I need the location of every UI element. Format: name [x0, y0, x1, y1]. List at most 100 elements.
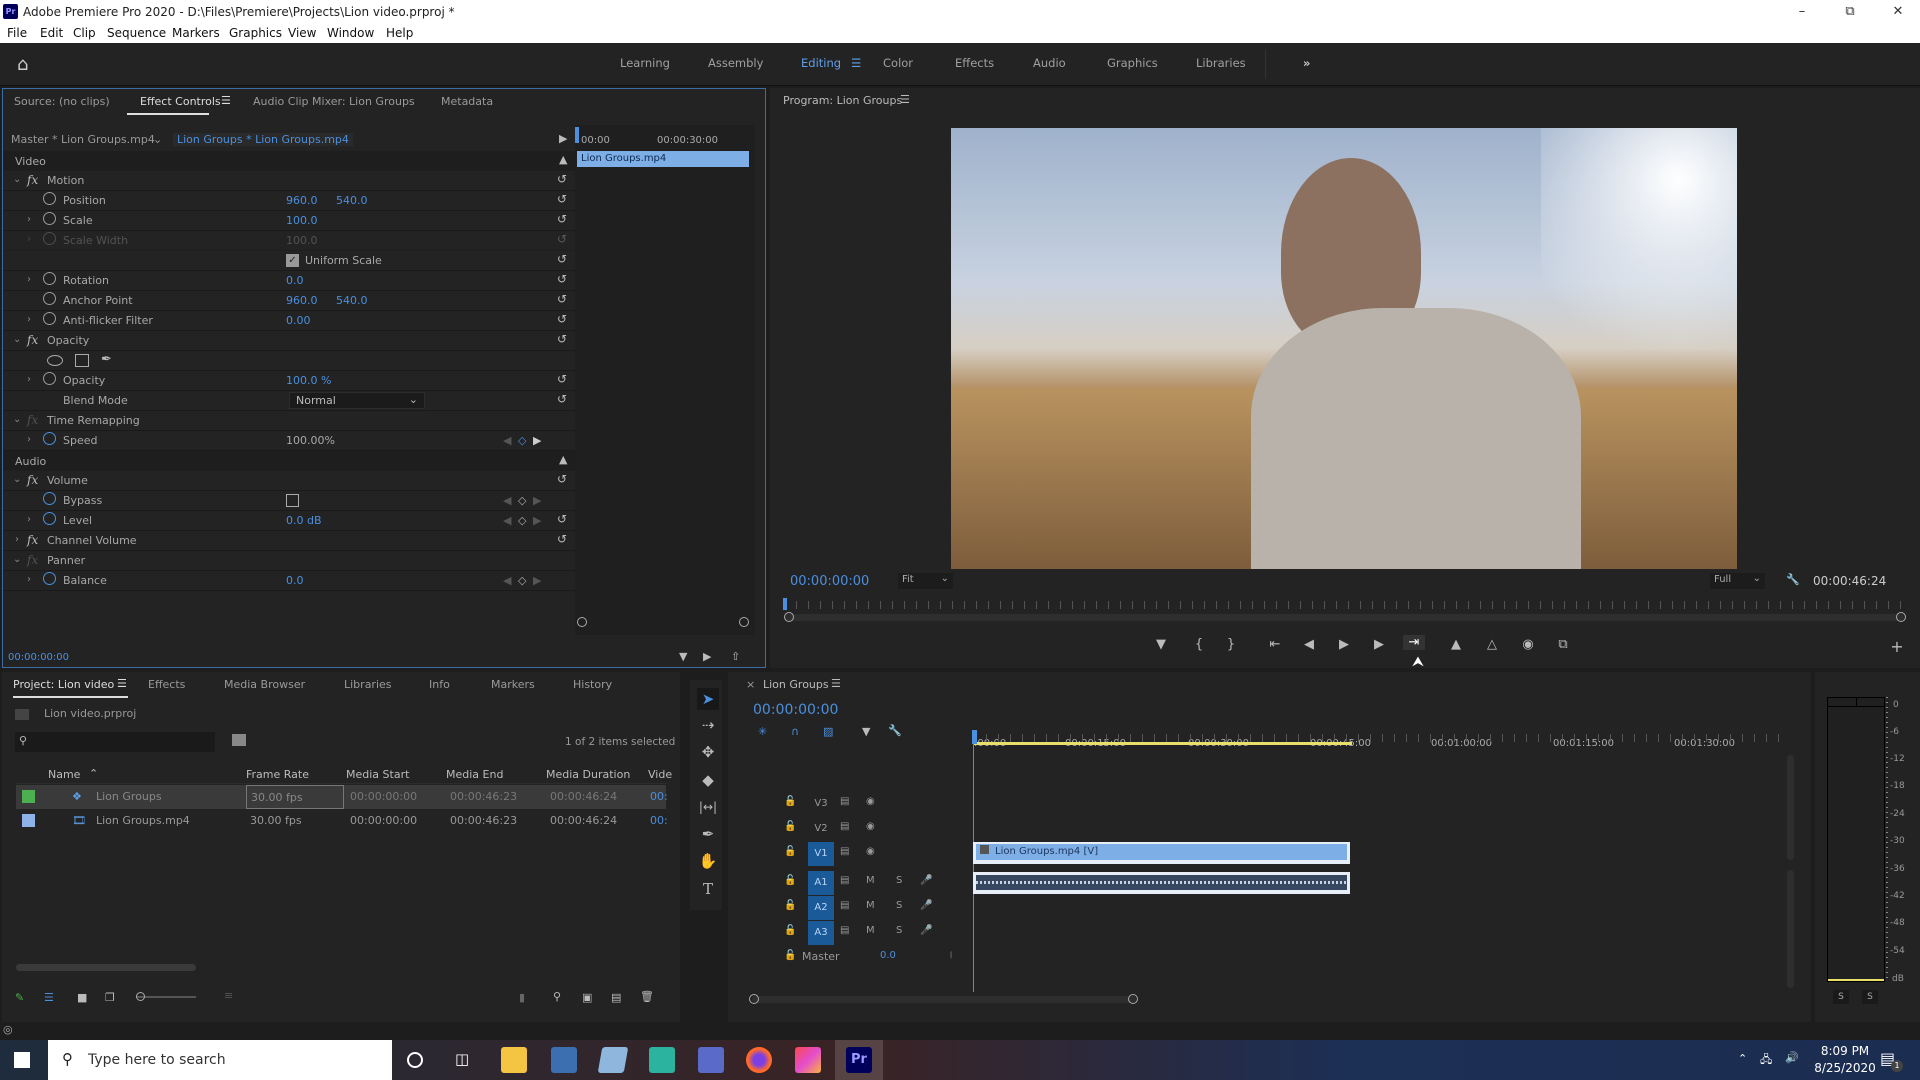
tab-project[interactable]: Project: Lion video [13, 678, 114, 691]
program-zoom-scrollbar[interactable] [784, 614, 1904, 621]
reset-icon[interactable]: ↺ [557, 512, 567, 526]
stopwatch-icon[interactable] [43, 192, 56, 205]
add-keyframe-icon[interactable]: ◇ [518, 494, 526, 507]
menu-window[interactable]: Window [327, 26, 374, 40]
mark-out-button[interactable]: } [1220, 637, 1242, 652]
solo-button[interactable]: S [896, 875, 902, 886]
list-view-icon[interactable]: ☰ [44, 991, 54, 1004]
sequence-tab[interactable]: Lion Groups [763, 678, 829, 691]
disclosure-closed-icon[interactable]: › [27, 514, 31, 525]
button-editor-plus-icon[interactable]: + [1886, 637, 1908, 656]
level-value[interactable]: 0.0 dB [286, 514, 322, 527]
firefox-icon[interactable] [746, 1047, 772, 1073]
sync-lock-icon[interactable]: ▤ [840, 796, 849, 807]
fx-icon[interactable]: fx [27, 333, 38, 347]
show-timeline-icon[interactable]: ▶ [559, 132, 567, 145]
resolution-dropdown[interactable]: Full ⌄ [1710, 573, 1765, 589]
play-audio-icon[interactable]: ▶ [703, 650, 711, 663]
scroll-end-handle[interactable] [1128, 994, 1138, 1004]
reset-icon[interactable]: ↺ [557, 252, 567, 266]
play-button[interactable]: ▶ [1333, 637, 1355, 652]
minimize-button[interactable]: – [1782, 2, 1822, 22]
video-clip[interactable]: Lion Groups.mp4 [V] [973, 842, 1350, 864]
microphone-icon[interactable]: 🎤 [920, 925, 932, 936]
disclosure-open-icon[interactable]: ⌄ [13, 554, 21, 565]
audio-tracks-scrollbar[interactable] [1787, 870, 1794, 988]
clip-dropdown-icon[interactable]: ⌄ [153, 133, 162, 146]
workspace-libraries[interactable]: Libraries [1196, 56, 1246, 70]
video-frame[interactable] [951, 128, 1737, 569]
clock-date[interactable]: 8/25/2020 [1812, 1061, 1878, 1075]
microphone-icon[interactable]: 🎤 [920, 875, 932, 886]
disclosure-open-icon[interactable]: ⌄ [13, 174, 21, 185]
automate-to-sequence-icon[interactable]: ▮ [519, 991, 525, 1004]
work-area-bar[interactable] [974, 742, 1352, 745]
freeform-view-icon[interactable]: ❐ [105, 991, 115, 1004]
windows-start-icon[interactable] [14, 1052, 30, 1068]
reset-icon[interactable]: ↺ [557, 332, 567, 346]
antiflicker-value[interactable]: 0.00 [286, 314, 311, 327]
timeline-timecode[interactable]: 00:00:00:00 [753, 702, 838, 718]
microphone-icon[interactable]: 🎤 [920, 900, 932, 911]
compare-view-button[interactable]: ⧉ [1552, 637, 1574, 652]
solo-right-button[interactable]: S [1862, 990, 1878, 1004]
eye-icon[interactable]: ◉ [866, 846, 875, 857]
workspace-effects[interactable]: Effects [955, 56, 994, 70]
mute-button[interactable]: M [866, 925, 875, 936]
icon-view-icon[interactable]: ■ [77, 991, 87, 1004]
menu-help[interactable]: Help [386, 26, 413, 40]
hand-tool-icon[interactable]: ✋ [697, 850, 719, 872]
column-media-end[interactable]: Media End [446, 768, 503, 781]
video-tracks-scrollbar[interactable] [1787, 755, 1794, 860]
sequence-clip-label[interactable]: Lion Groups * Lion Groups.mp4 [173, 133, 353, 146]
zoom-level-dropdown[interactable]: Fit ⌄ [898, 573, 953, 589]
workspace-audio[interactable]: Audio [1033, 56, 1066, 70]
bypass-checkbox[interactable] [286, 494, 299, 507]
new-bin-icon[interactable]: ▣ [582, 991, 592, 1004]
scroll-start-handle[interactable] [749, 994, 759, 1004]
sync-lock-icon[interactable]: ▤ [840, 821, 849, 832]
position-y-value[interactable]: 540.0 [336, 194, 368, 207]
scale-value[interactable]: 100.0 [286, 214, 318, 227]
disclosure-closed-icon[interactable]: › [15, 534, 19, 545]
collapse-icon[interactable]: ▲ [559, 453, 567, 466]
creative-cloud-app-icon[interactable] [795, 1047, 821, 1073]
mini-zoom-end-handle[interactable] [739, 617, 749, 627]
tab-libraries[interactable]: Libraries [344, 678, 392, 691]
file-explorer-icon[interactable] [501, 1047, 527, 1073]
add-marker-icon[interactable]: ▼ [862, 725, 870, 738]
tab-source[interactable]: Source: (no clips) [14, 95, 110, 108]
discord-icon[interactable] [698, 1047, 724, 1073]
add-marker-button[interactable]: ▼ [1150, 637, 1172, 652]
step-forward-button[interactable]: ▶ [1368, 637, 1390, 652]
audio-clip[interactable] [973, 872, 1350, 894]
lock-icon[interactable]: 🔓 [784, 796, 796, 807]
zoom-slider-handle[interactable] [136, 992, 145, 1001]
filter-icon[interactable]: ▼ [679, 650, 687, 663]
add-keyframe-icon[interactable]: ◇ [518, 514, 526, 527]
mini-clip[interactable]: Lion Groups.mp4 [577, 151, 749, 167]
menu-sequence[interactable]: Sequence [107, 26, 166, 40]
fx-icon[interactable]: fx [27, 173, 38, 187]
scroll-start-handle[interactable] [784, 612, 794, 622]
prev-keyframe-icon[interactable]: ◀ [503, 434, 511, 447]
step-back-button[interactable]: ◀ [1298, 637, 1320, 652]
mute-button[interactable]: M [866, 900, 875, 911]
menu-edit[interactable]: Edit [40, 26, 63, 40]
eye-icon[interactable]: ◉ [866, 821, 875, 832]
sort-icons-icon[interactable]: ≡ [224, 989, 233, 1002]
next-keyframe-icon[interactable]: ▶ [533, 514, 541, 527]
stopwatch-icon[interactable] [43, 432, 56, 445]
lock-icon[interactable]: 🔓 [784, 950, 796, 961]
cortana-icon[interactable] [407, 1052, 423, 1068]
effect-controls-timecode[interactable]: 00:00:00:00 [8, 652, 69, 663]
write-protect-pencil-icon[interactable]: ✎ [15, 991, 24, 1004]
uniform-scale-checkbox[interactable]: ✓ [286, 254, 299, 267]
anchor-y-value[interactable]: 540.0 [336, 294, 368, 307]
reset-icon[interactable]: ↺ [557, 272, 567, 286]
column-media-start[interactable]: Media Start [346, 768, 409, 781]
linked-selection-icon[interactable]: ▨ [823, 725, 833, 738]
restore-button[interactable]: ⧉ [1830, 2, 1870, 22]
network-icon[interactable]: 🖧 [1760, 1051, 1772, 1070]
trash-icon[interactable]: 🗑 [640, 990, 654, 1003]
